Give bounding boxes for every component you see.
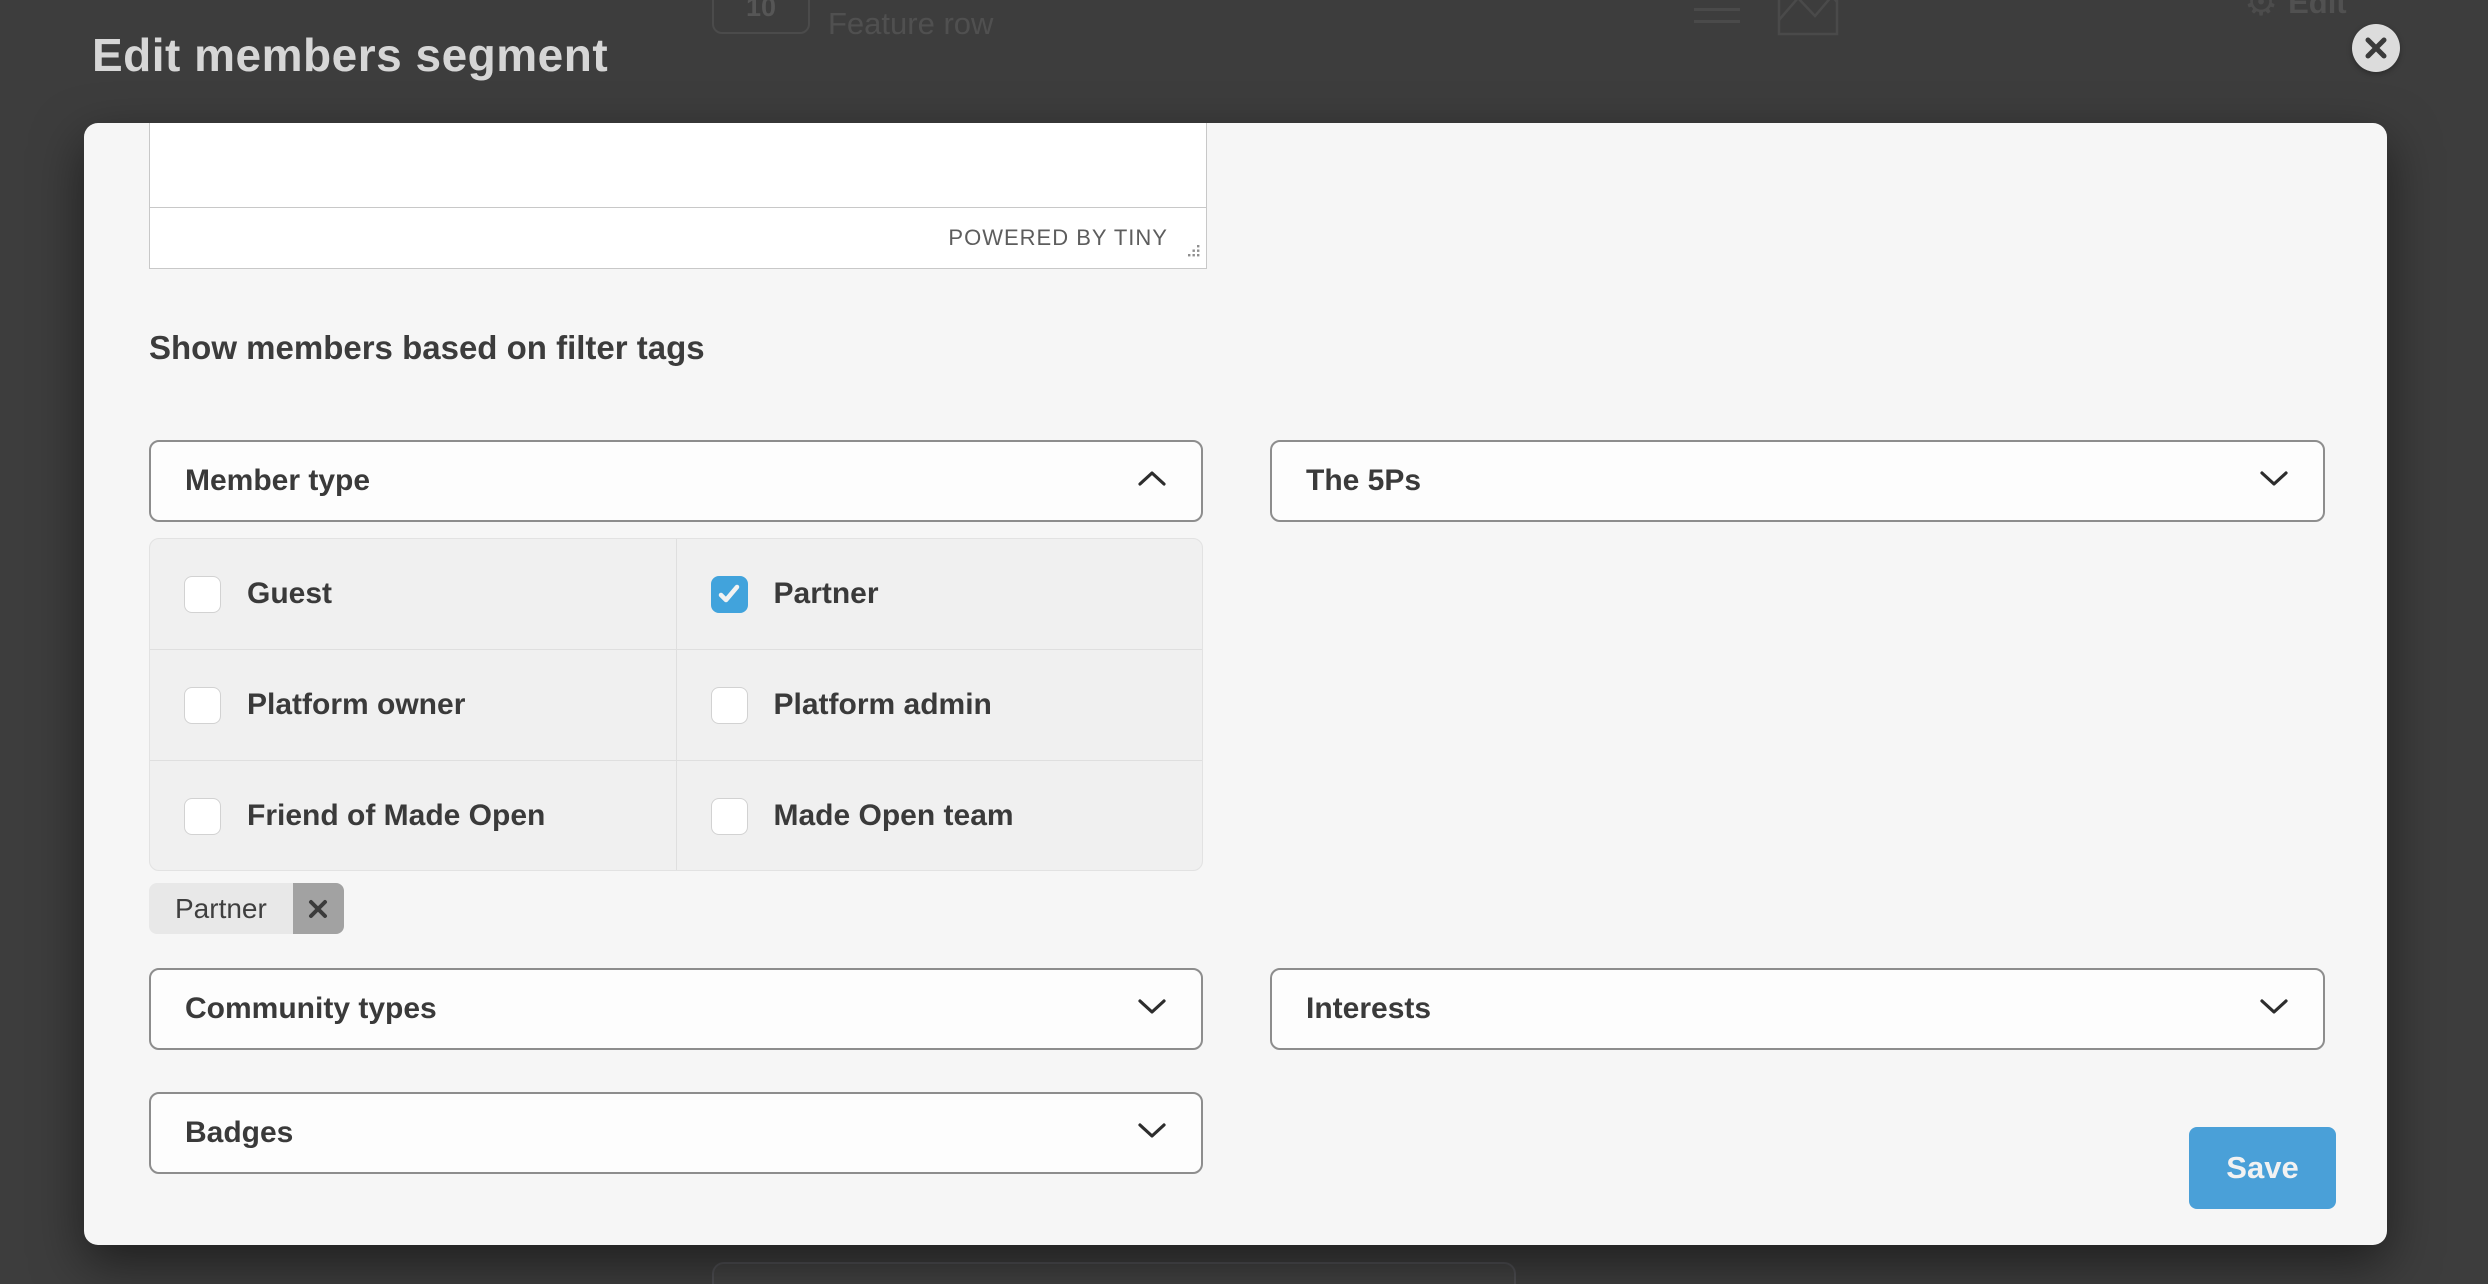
dropdown-badges[interactable]: Badges [149, 1092, 1203, 1174]
option-guest[interactable]: Guest [150, 539, 676, 649]
overlay-backdrop: 10 Feature row ⚙ Edit Edit members segme… [0, 0, 2488, 1284]
background-feature-count: 10 [746, 0, 776, 23]
editor-text-area[interactable] [150, 123, 1206, 208]
option-guest-label: Guest [247, 577, 332, 611]
checkbox-platform-owner[interactable] [184, 687, 221, 724]
option-friend-of-made-open[interactable]: Friend of Made Open [150, 761, 676, 871]
background-edit-button: ⚙ Edit [2244, 0, 2347, 22]
dropdown-member-type[interactable]: Member type [149, 440, 1203, 522]
option-partner[interactable]: Partner [677, 539, 1203, 649]
chevron-down-icon [2259, 998, 2289, 1020]
selected-tag-label: Partner [149, 883, 293, 934]
filter-section-heading: Show members based on filter tags [149, 329, 705, 367]
dropdown-member-type-label: Member type [185, 464, 370, 498]
option-friend-of-made-open-label: Friend of Made Open [247, 799, 545, 833]
dropdown-the-5ps-label: The 5Ps [1306, 464, 1421, 498]
hamburger-icon [1694, 8, 1740, 32]
resize-grip-icon[interactable] [1185, 242, 1201, 263]
checkbox-made-open-team[interactable] [711, 798, 748, 835]
edit-members-segment-modal: POWERED BY TINY Show m [84, 123, 2387, 1245]
background-bottom-card [712, 1262, 1516, 1284]
chevron-up-icon [1137, 470, 1167, 492]
dropdown-community-types-label: Community types [185, 992, 437, 1026]
selected-tag-partner: Partner [149, 883, 344, 934]
dropdown-interests[interactable]: Interests [1270, 968, 2325, 1050]
option-platform-admin[interactable]: Platform admin [677, 650, 1203, 760]
dropdown-community-types[interactable]: Community types [149, 968, 1203, 1050]
image-frame-icon [1777, 0, 1839, 41]
option-platform-admin-label: Platform admin [774, 688, 992, 722]
editor-branding: POWERED BY TINY [948, 225, 1168, 251]
rich-text-editor: POWERED BY TINY [149, 123, 1207, 269]
background-feature-row-label: Feature row [828, 6, 993, 42]
option-partner-label: Partner [774, 577, 879, 611]
remove-tag-icon[interactable] [293, 883, 344, 934]
close-icon[interactable] [2352, 24, 2400, 72]
editor-status-bar: POWERED BY TINY [150, 208, 1206, 268]
chevron-down-icon [1137, 998, 1167, 1020]
option-made-open-team[interactable]: Made Open team [677, 761, 1203, 871]
option-made-open-team-label: Made Open team [774, 799, 1014, 833]
chevron-down-icon [1137, 1122, 1167, 1144]
member-type-options-grid: Guest Partner Platform owner Platform ad… [149, 538, 1203, 871]
option-platform-owner[interactable]: Platform owner [150, 650, 676, 760]
save-button[interactable]: Save [2189, 1127, 2336, 1209]
checkbox-guest[interactable] [184, 576, 221, 613]
chevron-down-icon [2259, 470, 2289, 492]
background-feature-count-box: 10 [712, 0, 810, 34]
modal-title: Edit members segment [92, 28, 608, 82]
background-edit-label: Edit [2288, 0, 2347, 21]
checkbox-partner[interactable] [711, 576, 748, 613]
dropdown-the-5ps[interactable]: The 5Ps [1270, 440, 2325, 522]
checkbox-friend-of-made-open[interactable] [184, 798, 221, 835]
dropdown-badges-label: Badges [185, 1116, 293, 1150]
checkbox-platform-admin[interactable] [711, 687, 748, 724]
option-platform-owner-label: Platform owner [247, 688, 465, 722]
dropdown-interests-label: Interests [1306, 992, 1431, 1026]
gear-icon: ⚙ [2244, 0, 2278, 22]
